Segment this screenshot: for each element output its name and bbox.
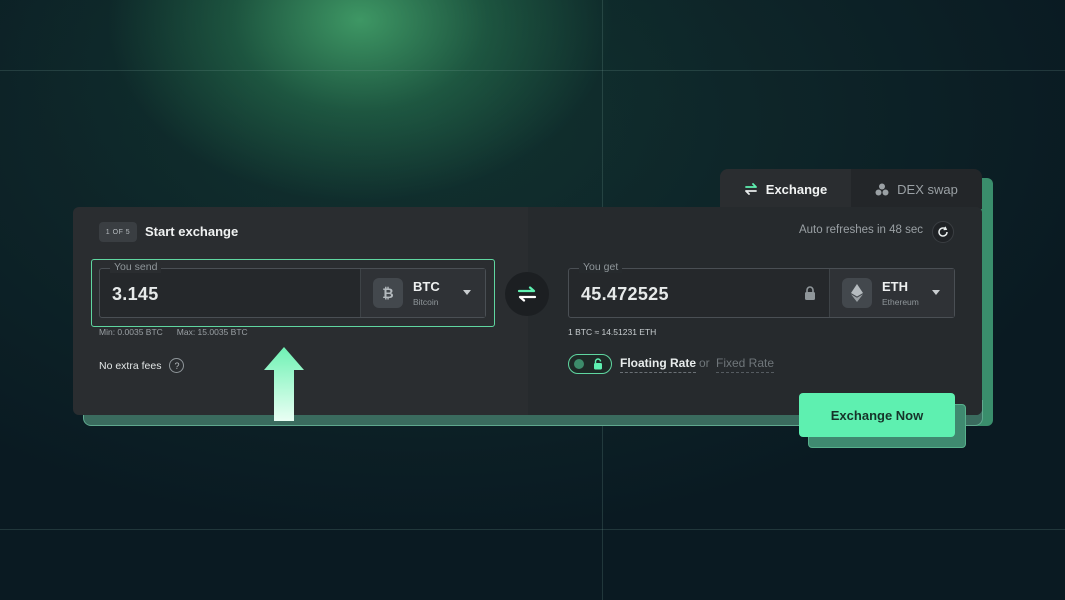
dex-icon — [875, 183, 889, 195]
no-fees-label: No extra fees — [99, 359, 162, 372]
swap-arrows-icon — [744, 183, 757, 195]
tab-dex-swap[interactable]: DEX swap — [851, 169, 982, 209]
receive-field: You get 45.472525 ETH Ethereum — [568, 261, 955, 318]
fixed-rate-option[interactable]: Fixed Rate — [716, 356, 775, 373]
send-amount-input[interactable]: 3.145 — [112, 284, 159, 305]
ethereum-icon — [842, 278, 872, 308]
exchange-rate: 1 BTC ≈ 14.51231 ETH — [568, 327, 657, 337]
page-title: Start exchange — [145, 224, 239, 239]
exchange-tabs: Exchange DEX swap — [720, 169, 982, 209]
send-currency-symbol: BTC — [413, 279, 440, 294]
bitcoin-icon: ₿ — [373, 278, 403, 308]
floating-rate-option[interactable]: Floating Rate — [620, 356, 697, 373]
tab-dex-label: DEX swap — [897, 181, 958, 197]
receive-amount: 45.472525 — [581, 284, 669, 304]
rate-or-text: or — [699, 356, 710, 370]
send-label: You send — [110, 261, 162, 273]
swap-arrows-icon — [517, 286, 537, 302]
send-currency-select[interactable]: ₿ BTC Bitcoin — [360, 269, 485, 317]
exchange-now-button[interactable]: Exchange Now — [799, 393, 955, 437]
auto-refresh-text: Auto refreshes in 48 sec — [798, 224, 923, 236]
toggle-knob — [574, 359, 584, 369]
send-field: You send 3.145 ₿ BTC Bitcoin — [99, 261, 486, 318]
refresh-icon — [938, 226, 948, 237]
send-currency-name: Bitcoin — [413, 297, 439, 307]
tab-exchange-label: Exchange — [765, 181, 828, 197]
receive-currency-name: Ethereum — [882, 297, 919, 307]
grid-line — [0, 529, 1065, 530]
arrow-up-icon — [264, 347, 304, 421]
max-amount: Max: 15.0035 BTC — [176, 327, 248, 337]
help-icon[interactable]: ? — [169, 358, 185, 373]
swap-currencies-button[interactable] — [505, 272, 549, 316]
refresh-button[interactable] — [932, 221, 954, 243]
rate-type-toggle[interactable] — [568, 354, 612, 374]
send-limits: Min: 0.0035 BTC Max: 15.0035 BTC — [99, 327, 248, 337]
step-badge: 1 OF 5 — [99, 222, 137, 242]
grid-line — [0, 70, 1065, 71]
receive-currency-select[interactable]: ETH Ethereum — [829, 269, 954, 317]
lock-icon — [805, 286, 815, 300]
min-amount: Min: 0.0035 BTC — [99, 327, 163, 337]
lock-icon — [594, 358, 602, 370]
receive-label: You get — [579, 261, 623, 273]
chevron-down-icon — [463, 290, 471, 295]
chevron-down-icon — [932, 290, 940, 295]
no-fees-row: No extra fees ? — [99, 358, 185, 373]
receive-currency-symbol: ETH — [882, 279, 908, 294]
tab-exchange[interactable]: Exchange — [720, 169, 851, 209]
